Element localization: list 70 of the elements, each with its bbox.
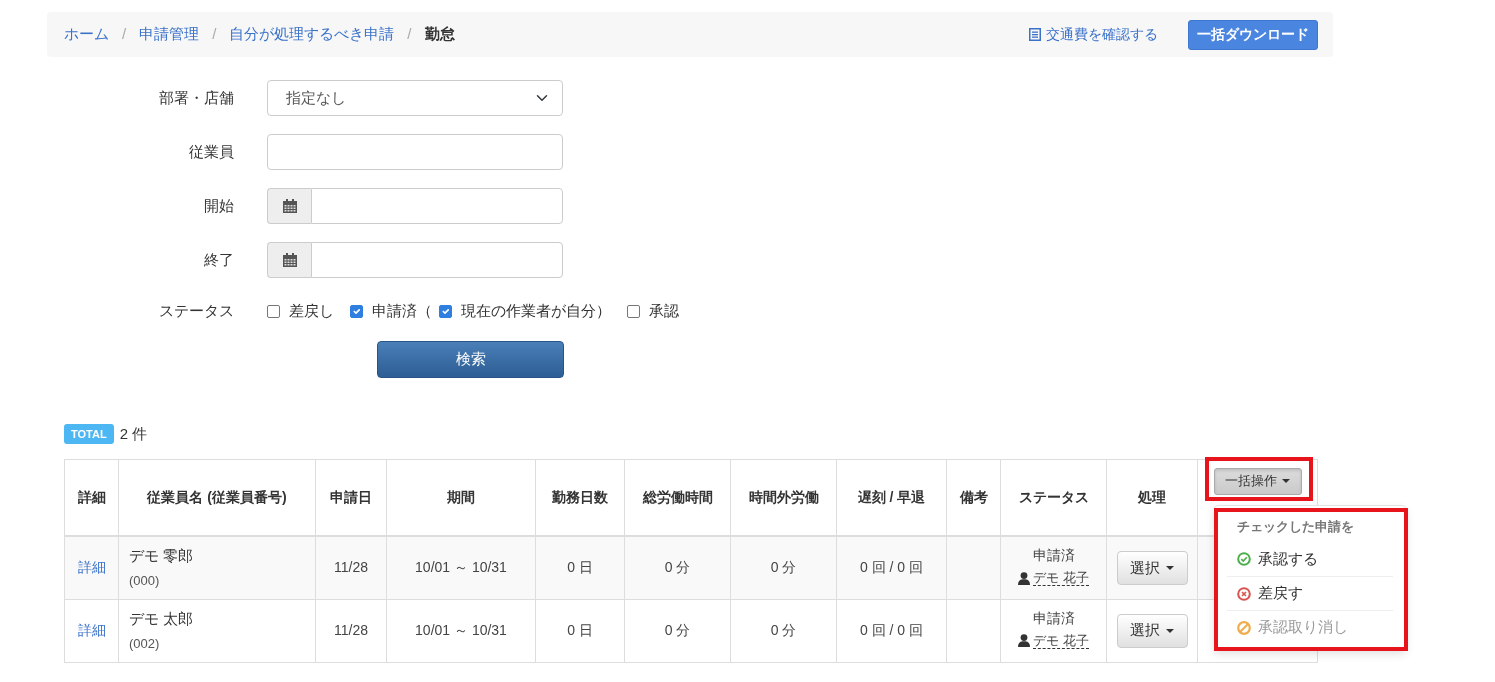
caret-icon <box>1166 565 1174 570</box>
field-label: 従業員 <box>188 141 234 162</box>
user-icon <box>1018 571 1031 585</box>
field-label: 終了 <box>203 249 234 270</box>
bulk-action-button[interactable]: 一括操作 <box>1213 467 1302 495</box>
table-cell: 11/28 <box>315 536 387 599</box>
table-cell: 0 分 <box>730 536 837 599</box>
calendar-icon <box>282 199 297 213</box>
select-button[interactable]: 選択 <box>1116 613 1188 648</box>
bulk-download-button[interactable]: 一括ダウンロード <box>1188 19 1318 50</box>
calendar-addon[interactable] <box>267 242 311 278</box>
total-badge: TOTAL <box>64 424 114 445</box>
breadcrumb-current: 勤怠 <box>424 24 455 45</box>
table-cell: 0 回 / 0 回 <box>836 599 947 662</box>
user-icon <box>1018 634 1031 648</box>
employee-field[interactable] <box>267 134 563 170</box>
menu-header: チェックした申請を <box>1236 517 1355 536</box>
breadcrumb-separator: / <box>211 24 218 45</box>
search-button[interactable]: 検索 <box>377 341 564 378</box>
employee-name: デモ 太郎 <box>129 609 195 629</box>
caret-icon <box>1166 628 1174 633</box>
status-checkbox[interactable] <box>350 304 363 318</box>
checkbox-label: 承認 <box>649 300 679 321</box>
assignee-name[interactable]: デモ 花子 <box>1033 632 1089 649</box>
status-checkbox[interactable] <box>439 304 452 318</box>
checkbox-label: 差戻し <box>289 300 334 321</box>
status-checkbox[interactable] <box>267 304 280 318</box>
employee-number: (000) <box>129 571 161 590</box>
menu-item[interactable]: 差戻す <box>1227 576 1393 610</box>
breadcrumb-link[interactable]: 申請管理 <box>139 23 200 46</box>
breadcrumb-separator: / <box>121 24 128 45</box>
date-field[interactable] <box>311 188 563 224</box>
field-label: ステータス <box>158 300 234 321</box>
calendar-addon[interactable] <box>267 188 311 224</box>
caret-icon <box>1282 479 1290 483</box>
department-select[interactable]: 指定なし <box>267 80 563 116</box>
checkbox-label: 現在の作業者が自分） <box>461 300 611 321</box>
field-label: 開始 <box>203 195 234 216</box>
table-cell: 0 回 / 0 回 <box>836 536 947 599</box>
table-cell: 0 分 <box>624 536 731 599</box>
status-text: 申請済 <box>1031 546 1076 565</box>
table-cell: 0 日 <box>535 599 625 662</box>
date-field[interactable] <box>311 242 563 278</box>
x-circle-icon <box>1237 586 1251 601</box>
field-label: 部署・店舗 <box>158 87 234 108</box>
checkbox-label: 申請済（ <box>372 300 432 321</box>
detail-link[interactable]: 詳細 <box>77 622 106 638</box>
calendar-icon <box>282 253 297 267</box>
status-text: 申請済 <box>1031 608 1076 628</box>
breadcrumb-separator: / <box>406 24 413 45</box>
table-cell: 0 分 <box>624 599 731 662</box>
ban-icon <box>1237 620 1251 635</box>
table-cell: 10/01 ～ 10/31 <box>386 599 536 662</box>
breadcrumb-link[interactable]: ホーム <box>64 23 109 46</box>
total-count: 2 件 <box>119 424 148 444</box>
breadcrumb-link[interactable]: 自分が処理するべき申請 <box>229 23 395 46</box>
list-icon <box>1029 28 1041 41</box>
fare-link[interactable]: 交通費を確認する <box>1029 24 1158 45</box>
check-circle-icon <box>1237 552 1251 566</box>
employee-name: デモ 零郎 <box>129 546 195 567</box>
employee-number: (002) <box>129 634 161 653</box>
select-button[interactable]: 選択 <box>1116 550 1188 585</box>
table-cell: 0 分 <box>730 599 837 662</box>
assignee-name[interactable]: デモ 花子 <box>1033 570 1089 586</box>
status-checkbox[interactable] <box>627 304 640 318</box>
table-cell: 0 日 <box>535 536 625 599</box>
table-cell: 11/28 <box>315 599 387 662</box>
detail-link[interactable]: 詳細 <box>77 559 106 576</box>
table-cell: 10/01 ～ 10/31 <box>386 536 536 599</box>
menu-item[interactable]: 承認する <box>1227 542 1393 576</box>
